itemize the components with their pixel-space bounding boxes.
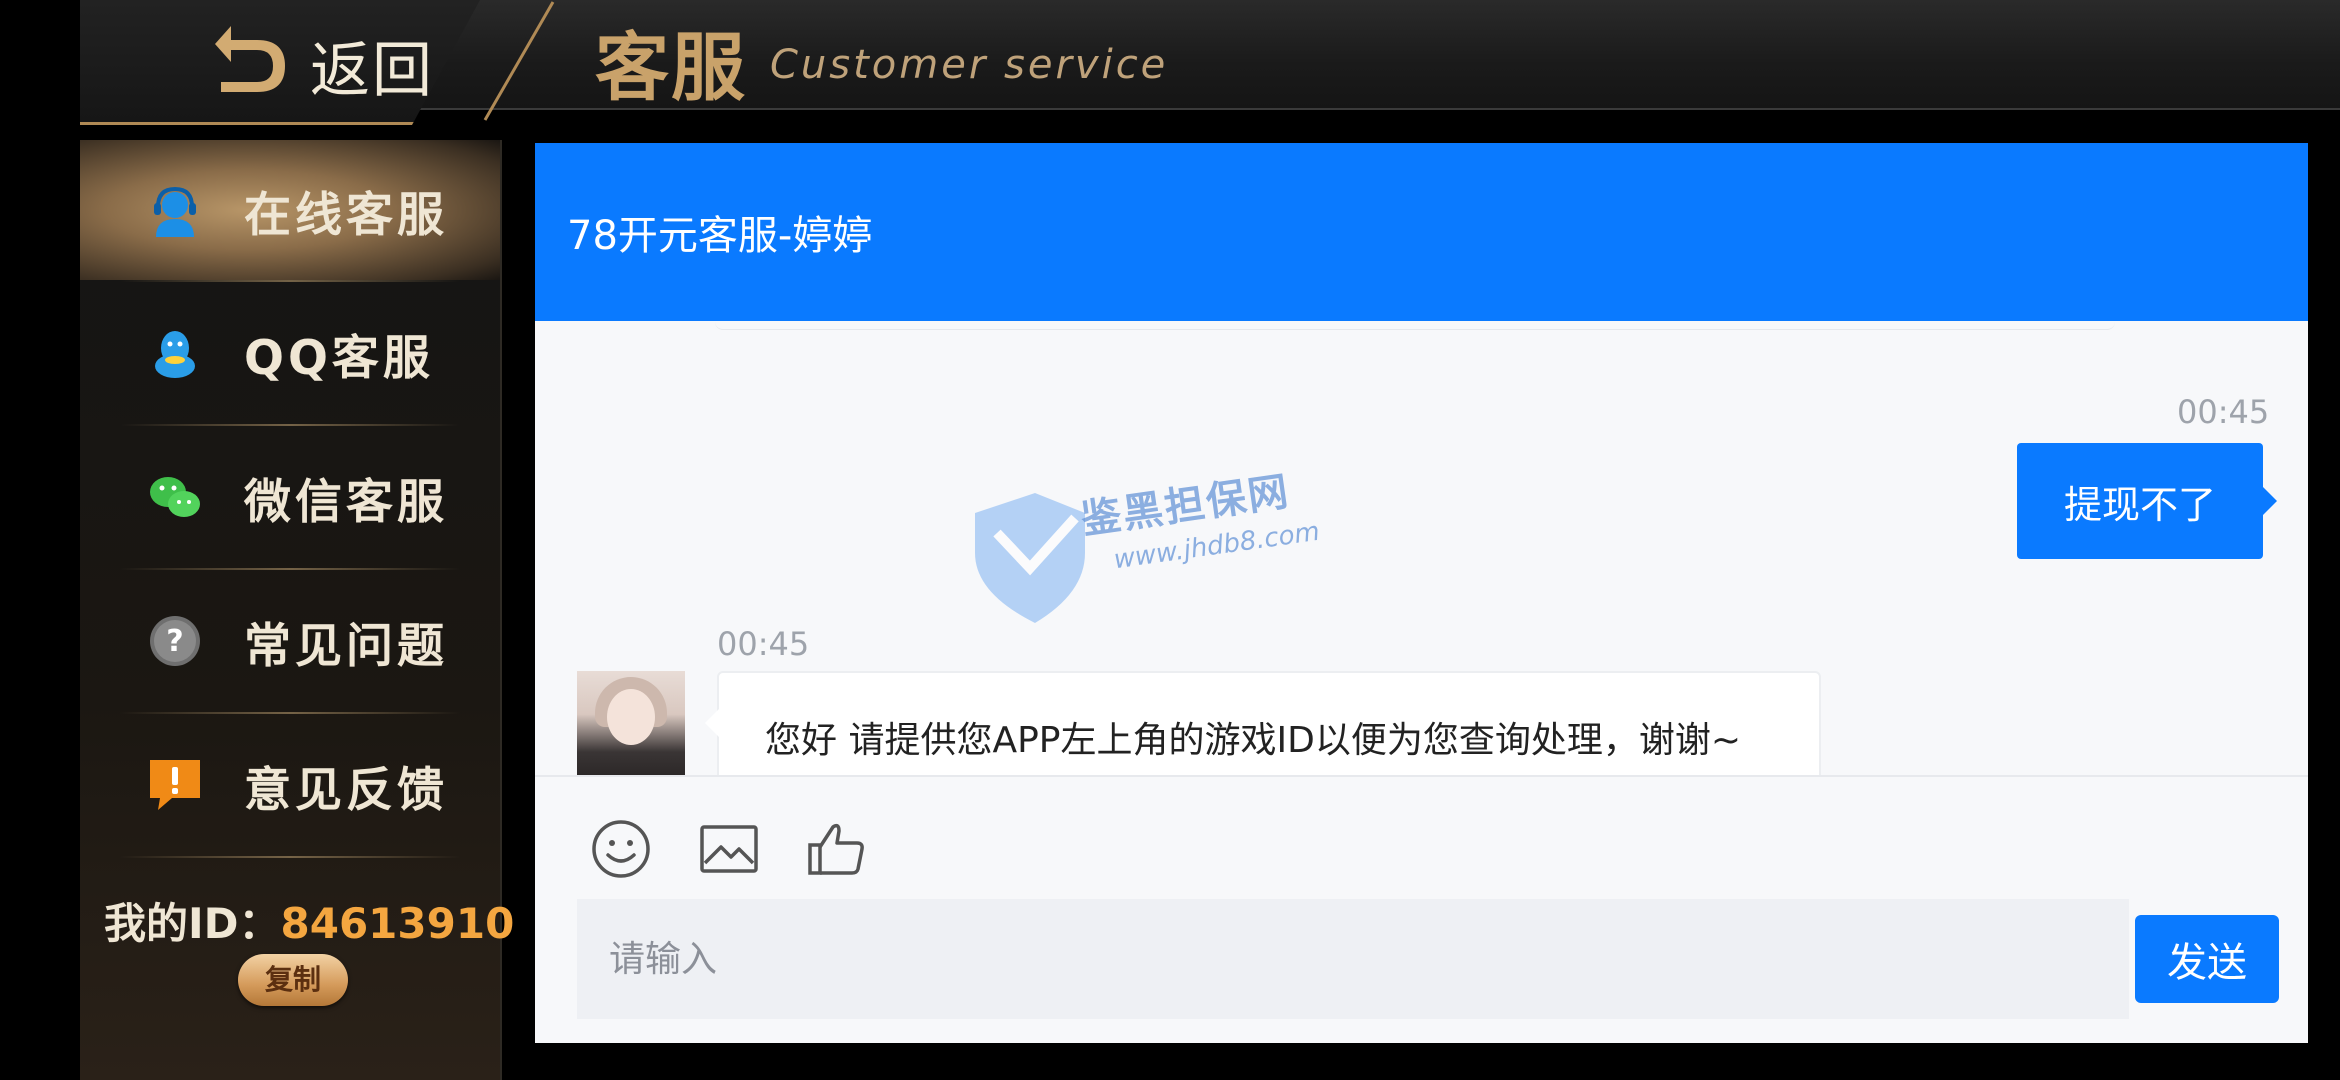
sidebar-item-online-service[interactable]: 在线客服 <box>80 140 500 280</box>
divider <box>120 280 460 282</box>
header-divider <box>483 1 555 121</box>
divider <box>120 856 460 858</box>
sidebar-item-label: 常见问题 <box>244 618 448 674</box>
sidebar-item-feedback[interactable]: 意见反馈 <box>80 715 500 855</box>
top-bar: 返回 客服 Customer service <box>80 0 2340 125</box>
wechat-icon <box>150 477 200 517</box>
qq-penguin-icon <box>155 331 195 378</box>
sidebar-item-label: QQ客服 <box>244 330 434 386</box>
send-button[interactable]: 发送 <box>2135 915 2279 1003</box>
message-time: 00:45 <box>2177 393 2270 431</box>
page-title: 客服 <box>595 25 747 111</box>
message-text: 提现不了 <box>2063 482 2216 527</box>
question-icon: ? <box>150 616 200 666</box>
svg-text:?: ? <box>166 624 183 659</box>
page-subtitle: Customer service <box>770 42 1169 88</box>
message-bubble-outgoing: 提现不了 <box>2017 443 2277 559</box>
copy-id-button[interactable]: 复制 <box>238 954 348 1006</box>
back-button[interactable]: 返回 <box>80 0 480 125</box>
message-text: 您好 请提供您APP左上角的游戏ID以便为您查询处理，谢谢~ <box>765 720 1741 761</box>
chat-panel: 78开元客服-婷婷 鉴黑担保网 www.jhdb8.com 00:45 提现不了… <box>535 143 2308 1043</box>
headset-icon <box>154 186 196 237</box>
my-id-value: 84613910 <box>280 899 515 948</box>
thumbs-up-icon[interactable] <box>805 817 869 881</box>
sidebar-item-label: 意见反馈 <box>244 762 448 818</box>
my-id: 我的ID：84613910 <box>104 890 514 951</box>
message-time: 00:45 <box>717 625 810 663</box>
divider <box>120 424 460 426</box>
chat-title: 78开元客服-婷婷 <box>567 213 873 259</box>
sidebar-item-qq-service[interactable]: QQ客服 <box>80 283 500 423</box>
back-label: 返回 <box>310 36 434 106</box>
chat-header: 78开元客服-婷婷 <box>535 143 2308 321</box>
message-input[interactable] <box>577 899 2129 1019</box>
feedback-icon <box>150 760 200 810</box>
back-arrow-icon <box>215 26 285 92</box>
sidebar-item-label: 在线客服 <box>244 187 448 243</box>
sidebar-item-wechat-service[interactable]: 微信客服 <box>80 427 500 567</box>
emoji-icon[interactable] <box>589 817 653 881</box>
divider <box>120 568 460 570</box>
divider <box>120 712 460 714</box>
image-icon[interactable] <box>697 817 761 881</box>
avatar <box>577 671 685 779</box>
composer: 发送 <box>535 775 2308 1043</box>
sidebar-item-label: 微信客服 <box>244 474 448 530</box>
sidebar-item-faq[interactable]: ? 常见问题 <box>80 571 500 711</box>
my-id-label: 我的ID： <box>104 899 281 948</box>
header-shadow <box>715 321 2115 330</box>
